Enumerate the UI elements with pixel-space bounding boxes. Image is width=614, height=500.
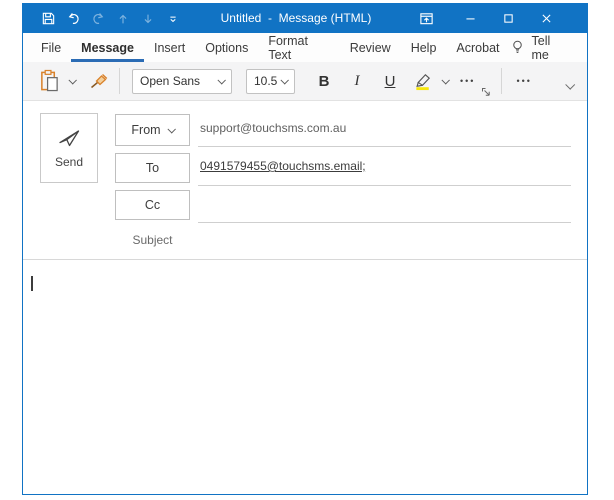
ribbon: Open Sans 10.5 B I U ••• ••• [23,62,587,101]
send-label: Send [55,155,83,169]
from-field-value[interactable]: support@touchsms.com.au [200,121,346,135]
to-button[interactable]: To [115,153,190,183]
paste-button[interactable] [39,68,60,94]
customize-qat-icon[interactable] [164,9,182,29]
subject-field[interactable] [198,229,571,253]
to-recipient-link[interactable]: 0491579455@touchsms.email; [200,159,366,173]
from-label: From [131,123,160,137]
next-item-icon[interactable] [139,9,157,29]
undo-icon[interactable] [64,9,82,29]
underline-button[interactable]: U [379,73,401,90]
quick-access-toolbar [23,9,182,29]
tab-acrobat[interactable]: Acrobat [446,33,509,62]
dialog-launcher-icon[interactable] [481,87,491,97]
redo-icon[interactable] [89,9,107,29]
cc-button[interactable]: Cc [115,190,190,220]
divider [119,68,120,94]
tab-options[interactable]: Options [195,33,258,62]
subject-label: Subject [115,233,190,247]
font-size-value: 10.5 [254,74,277,88]
send-icon [56,127,82,149]
to-field-underline [198,185,571,186]
chevron-down-icon [167,125,175,133]
to-label: To [146,161,159,175]
text-cursor [31,276,33,291]
maximize-button[interactable] [497,8,519,30]
divider [501,68,502,94]
cc-field-underline [198,222,571,223]
title-bar: Untitled - Message (HTML) [23,4,587,33]
tab-review[interactable]: Review [340,33,401,62]
text-highlight-button[interactable] [413,71,434,91]
tab-message[interactable]: Message [71,33,144,62]
tell-me-control[interactable]: Tell me [510,33,587,62]
highlight-dropdown-icon[interactable] [441,76,449,84]
chevron-down-icon [217,76,225,84]
tab-file[interactable]: File [31,33,71,62]
message-body[interactable] [23,260,587,494]
tab-format-text[interactable]: Format Text [258,33,339,62]
previous-item-icon[interactable] [114,9,132,29]
close-button[interactable] [535,8,557,30]
lightbulb-icon [510,39,525,56]
bold-button[interactable]: B [313,73,335,90]
message-window: Untitled - Message (HTML) File Messa [22,3,588,495]
cc-label: Cc [145,198,160,212]
italic-button[interactable]: I [346,73,368,90]
chevron-down-icon [280,76,288,84]
tab-help[interactable]: Help [401,33,447,62]
format-painter-icon[interactable] [89,71,109,91]
save-icon[interactable] [39,9,57,29]
font-name-value: Open Sans [140,74,200,88]
minimize-button[interactable] [459,8,481,30]
font-name-select[interactable]: Open Sans [132,69,232,94]
paste-dropdown-icon[interactable] [68,76,76,84]
more-font-options[interactable]: ••• [460,76,475,86]
window-title: Untitled - Message (HTML) [221,4,372,33]
collapse-ribbon-icon[interactable] [566,76,573,94]
window-controls [415,8,587,30]
tab-insert[interactable]: Insert [144,33,195,62]
tell-me-label: Tell me [532,34,567,62]
from-button[interactable]: From [115,114,190,146]
more-ribbon-options[interactable]: ••• [516,76,531,86]
ribbon-display-options-icon[interactable] [415,8,437,30]
from-field-underline [198,146,571,147]
ribbon-tab-bar: File Message Insert Options Format Text … [23,33,587,62]
message-header: Send From To Cc Subject support@touchsms… [23,101,587,260]
send-button[interactable]: Send [40,113,98,183]
font-size-select[interactable]: 10.5 [246,69,295,94]
